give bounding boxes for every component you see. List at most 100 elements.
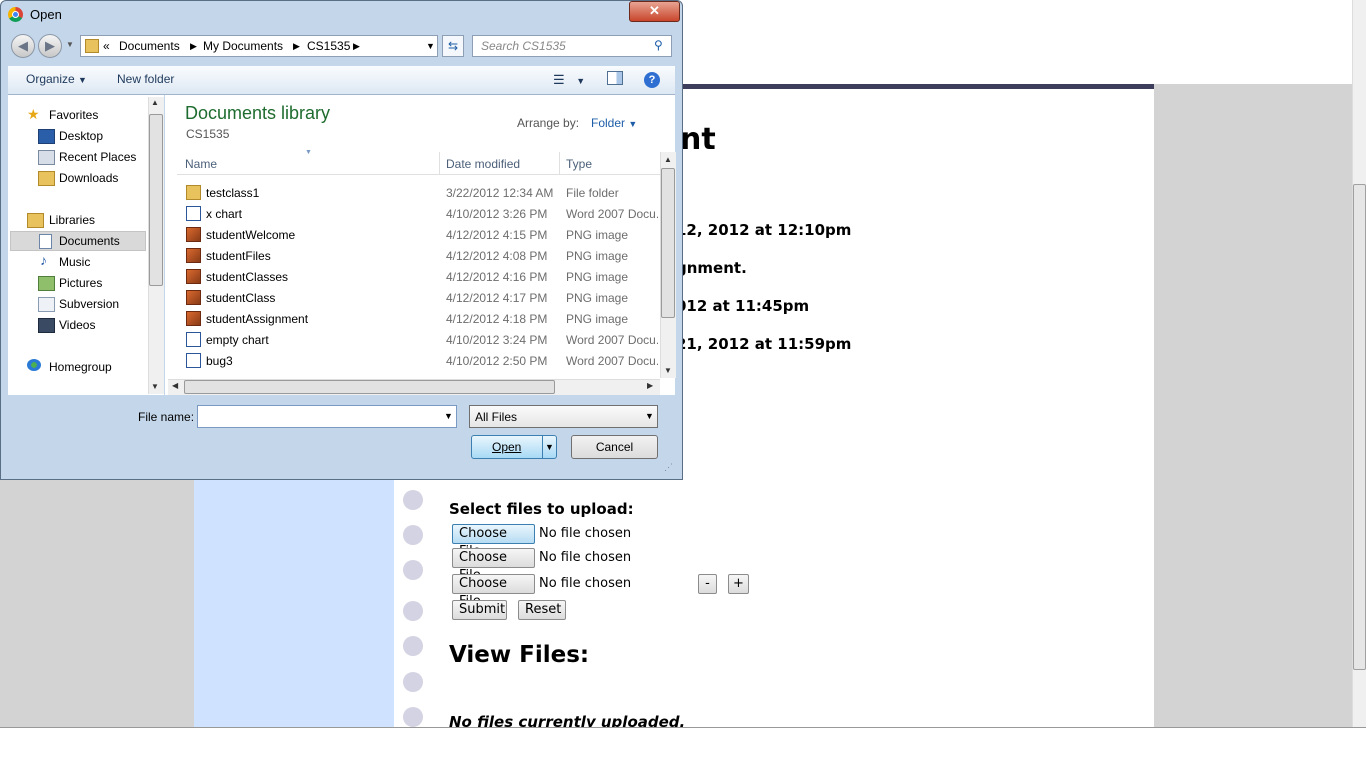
file-type-select[interactable]: All Files ▼: [469, 405, 658, 428]
add-file-field-button[interactable]: +: [728, 574, 749, 594]
file-list-vertical-scroll-thumb[interactable]: [661, 168, 675, 318]
file-date-modified: 4/12/2012 4:17 PM: [446, 291, 548, 305]
arrange-by-value: Folder: [591, 116, 626, 130]
file-name: bug3: [206, 354, 233, 368]
file-row[interactable]: bug3 4/10/2012 2:50 PM Word 2007 Docu...: [177, 350, 661, 371]
file-row[interactable]: studentWelcome 4/12/2012 4:15 PM PNG image: [177, 224, 661, 245]
sort-indicator-icon: ▼: [305, 149, 312, 156]
column-divider[interactable]: [439, 152, 440, 174]
file-list-horizontal-scroll-thumb[interactable]: [184, 380, 555, 394]
choose-file-button-3[interactable]: Choose File: [452, 574, 535, 609]
page-scroll-thumb[interactable]: [1353, 184, 1366, 670]
arrange-by-label: Arrange by:: [517, 116, 580, 130]
libraries-icon: [27, 213, 44, 228]
bullet-dot: [403, 560, 423, 580]
page-bottom-area: [0, 727, 1366, 769]
arrange-by-dropdown[interactable]: Folder ▼: [591, 116, 637, 130]
split-divider: [542, 436, 543, 458]
scroll-left-icon[interactable]: ◀: [172, 381, 178, 390]
breadcrumb-separator-icon[interactable]: ▶: [293, 41, 300, 52]
file-row[interactable]: studentAssignment 4/12/2012 4:18 PM PNG im…: [177, 308, 661, 329]
scroll-right-icon[interactable]: ▶: [647, 381, 653, 390]
nav-favorites-label: Favorites: [49, 108, 99, 122]
preview-pane-icon[interactable]: [607, 71, 623, 85]
back-button[interactable]: ◀: [11, 34, 35, 58]
folder-icon: [186, 185, 201, 200]
scroll-up-icon[interactable]: ▲: [151, 98, 159, 107]
new-folder-button[interactable]: New folder: [117, 72, 174, 86]
nav-item-label: Recent Places: [59, 150, 137, 164]
choose-file-button-1[interactable]: Choose File: [452, 524, 535, 559]
reset-button[interactable]: Reset: [518, 600, 566, 620]
nav-item-label: Documents: [59, 234, 120, 248]
column-type[interactable]: Type: [566, 157, 592, 171]
refresh-icon: ⇆: [447, 39, 459, 53]
column-divider[interactable]: [559, 152, 560, 174]
column-name[interactable]: Name: [185, 157, 217, 171]
word-doc-icon: [186, 206, 201, 221]
submit-button[interactable]: Submit: [452, 600, 507, 620]
assignment-description-line: gnment.: [676, 259, 747, 277]
open-options-dropdown-icon[interactable]: ▼: [545, 436, 554, 458]
bullet-dot: [403, 707, 423, 727]
file-date-modified: 4/10/2012 3:24 PM: [446, 333, 548, 347]
file-name: empty chart: [206, 333, 269, 347]
file-date-modified: 4/12/2012 4:16 PM: [446, 270, 548, 284]
file-name: studentAssignment: [206, 312, 309, 326]
forward-arrow-icon: ▶: [45, 38, 55, 53]
scroll-down-icon[interactable]: ▼: [151, 382, 159, 391]
forward-button[interactable]: ▶: [38, 34, 62, 58]
breadcrumb-documents[interactable]: Documents: [119, 39, 180, 53]
breadcrumb-cs1535[interactable]: CS1535: [307, 39, 350, 53]
open-button[interactable]: Open ▼: [471, 435, 557, 459]
file-type-value: All Files: [475, 410, 518, 424]
choose-file-button-2[interactable]: Choose File: [452, 548, 535, 583]
file-name-input[interactable]: ▼: [197, 405, 457, 428]
file-row[interactable]: studentClass 4/12/2012 4:17 PM PNG image: [177, 287, 661, 308]
chevron-down-icon[interactable]: ▼: [444, 411, 453, 421]
nav-homegroup-label: Homegroup: [49, 360, 112, 374]
close-icon: ✕: [649, 3, 660, 18]
file-date-modified: 4/12/2012 4:15 PM: [446, 228, 548, 242]
upload-heading: Select files to upload:: [449, 500, 634, 518]
file-row[interactable]: studentClasses 4/12/2012 4:16 PM PNG image: [177, 266, 661, 287]
breadcrumb-my-documents[interactable]: My Documents: [203, 39, 283, 53]
breadcrumb-separator-icon[interactable]: ▶: [190, 41, 197, 52]
folder-icon: [85, 39, 99, 53]
assignment-date-line-2: 012 at 11:45pm: [676, 297, 810, 315]
search-input[interactable]: Search CS1535 ⚲: [472, 35, 672, 57]
close-button[interactable]: ✕: [629, 1, 680, 22]
dialog-titlebar[interactable]: [0, 0, 683, 30]
navigation-pane-scroll-thumb[interactable]: [149, 114, 163, 286]
refresh-button[interactable]: ⇆: [442, 35, 464, 57]
change-view-button[interactable]: ☰ ▼: [553, 72, 585, 88]
help-icon[interactable]: ?: [644, 72, 660, 88]
png-image-icon: [186, 269, 201, 284]
breadcrumb-separator-icon[interactable]: ▶: [353, 41, 360, 52]
file-type: PNG image: [566, 270, 629, 284]
remove-file-field-button[interactable]: -: [698, 574, 717, 594]
organize-button[interactable]: Organize ▼: [26, 72, 87, 86]
resize-grip-icon[interactable]: ⋰: [664, 462, 673, 473]
videos-icon: [38, 318, 55, 333]
file-row[interactable]: studentFiles 4/12/2012 4:08 PM PNG image: [177, 245, 661, 266]
png-image-icon: [186, 227, 201, 242]
cancel-button[interactable]: Cancel: [571, 435, 658, 459]
scroll-up-icon[interactable]: ▲: [664, 155, 672, 164]
file-type: Word 2007 Docu...: [566, 333, 658, 347]
nav-item-documents[interactable]: Documents: [10, 231, 146, 251]
scroll-down-icon[interactable]: ▼: [664, 366, 672, 375]
assignment-date-line-1: 12, 2012 at 12:10pm: [676, 221, 852, 239]
recent-locations-dropdown[interactable]: ▼: [66, 40, 74, 49]
bullet-dot: [403, 490, 423, 510]
back-arrow-icon: ◀: [18, 38, 28, 53]
address-dropdown-icon[interactable]: ▼: [426, 41, 435, 51]
file-row[interactable]: testclass1 3/22/2012 12:34 AM File folder: [177, 182, 661, 203]
address-bar[interactable]: « Documents ▶ My Documents ▶ CS1535 ▶ ▼: [80, 35, 438, 57]
chrome-icon: [8, 7, 23, 22]
breadcrumb-overflow[interactable]: «: [103, 39, 110, 53]
file-row[interactable]: x chart 4/10/2012 3:26 PM Word 2007 Docu..…: [177, 203, 661, 224]
column-date-modified[interactable]: Date modified: [446, 157, 520, 171]
nav-libraries-label: Libraries: [49, 213, 96, 227]
file-row[interactable]: empty chart 4/10/2012 3:24 PM Word 2007 Do…: [177, 329, 661, 350]
